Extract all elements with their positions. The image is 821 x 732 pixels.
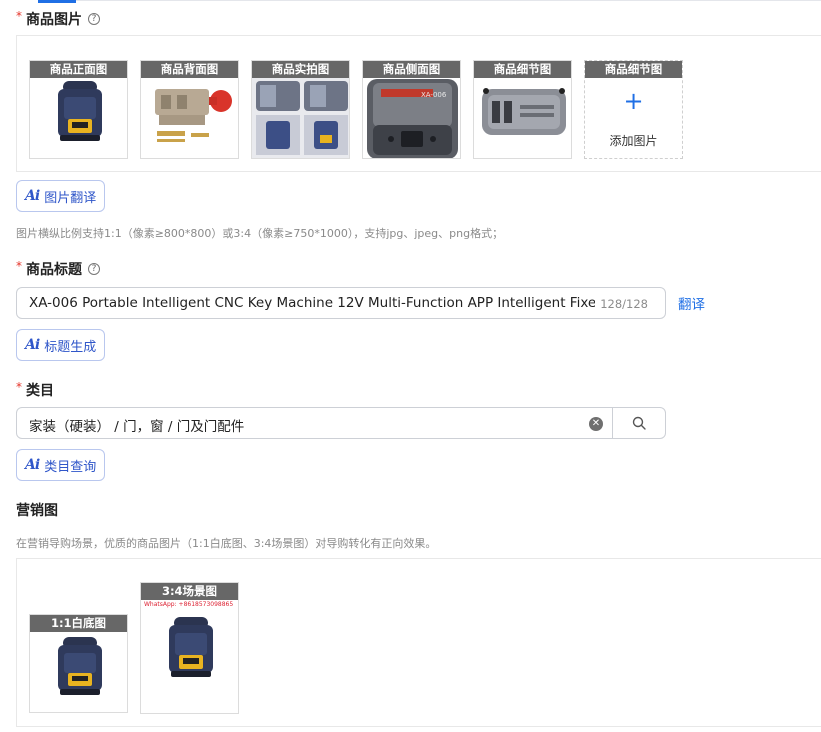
add-image-label: 添加图片 [609, 134, 658, 148]
ai-icon: Ai [25, 188, 40, 204]
add-image-button[interactable]: 商品细节图 + 添加图片 [584, 60, 683, 159]
image-translate-button[interactable]: Ai 图片翻译 [16, 180, 106, 212]
thumb-caption: 3:4场景图 [141, 583, 238, 600]
ai-icon: Ai [25, 337, 40, 353]
question-circle-icon[interactable]: ? [88, 13, 100, 25]
active-tab-indicator [38, 0, 76, 3]
title-char-count: 128/128 [600, 297, 648, 311]
thumb-caption: 商品正面图 [30, 61, 127, 78]
title-label: * 商品标题 ? [16, 259, 100, 279]
translate-link[interactable]: 翻译 [678, 293, 705, 313]
product-image-real[interactable]: 商品实拍图 [251, 60, 350, 159]
marketing-hint: 在营销导购场景，优质的商品图片（1:1白底图、3:4场景图）对导购转化有正向效果… [16, 537, 437, 550]
title-label-text: 商品标题 [26, 262, 82, 278]
category-value: 家装（硬装） / 门，窗 / 门及门配件 [29, 419, 245, 435]
category-query-label: 类目查询 [44, 459, 97, 475]
marketing-label-text: 营销图 [16, 503, 58, 519]
required-mark: * [16, 259, 22, 273]
marketing-images-panel [16, 558, 821, 727]
thumb-caption: 1:1白底图 [30, 615, 127, 632]
thumb-caption: 商品细节图 [585, 61, 682, 78]
ai-icon: Ai [25, 457, 40, 473]
title-generate-label: 标题生成 [44, 339, 97, 355]
watermark-text: WhatsApp: +8618573098865 [144, 601, 234, 608]
category-search-button[interactable] [612, 407, 667, 439]
marketing-label: 营销图 [16, 500, 58, 520]
product-image-side[interactable]: 商品侧面图 XA-006 [362, 60, 461, 159]
category-select[interactable]: 家装（硬装） / 门，窗 / 门及门配件 ✕ [16, 407, 666, 439]
product-image-detail[interactable]: 商品细节图 [473, 60, 572, 159]
image-format-hint: 图片横纵比例支持1:1（像素≥800*800）或3:4（像素≥750*1000）… [16, 227, 504, 240]
category-label-text: 类目 [26, 383, 54, 399]
marketing-image-scene[interactable]: 3:4场景图 WhatsApp: +8618573098865 [140, 582, 239, 714]
clear-icon[interactable]: ✕ [589, 417, 603, 431]
search-icon [632, 416, 646, 430]
product-image-back[interactable]: 商品背面图 [140, 60, 239, 159]
required-mark: * [16, 380, 22, 394]
marketing-image-white[interactable]: 1:1白底图 [29, 614, 128, 713]
thumb-caption: 商品实拍图 [252, 61, 349, 78]
category-query-button[interactable]: Ai 类目查询 [16, 449, 106, 481]
image-translate-label: 图片翻译 [44, 190, 97, 206]
thumb-caption: 商品细节图 [474, 61, 571, 78]
svg-text:XA-006: XA-006 [421, 91, 447, 99]
thumb-caption: 商品背面图 [141, 61, 238, 78]
product-image-front[interactable]: 商品正面图 [29, 60, 128, 159]
thumb-caption: 商品侧面图 [363, 61, 460, 78]
product-images-label: * 商品图片 ? [16, 9, 100, 29]
product-images-label-text: 商品图片 [26, 12, 82, 28]
category-label: * 类目 [16, 380, 54, 400]
plus-icon: + [623, 87, 644, 115]
title-generate-button[interactable]: Ai 标题生成 [16, 329, 106, 361]
title-input[interactable]: XA-006 Portable Intelligent CNC Key Mach… [16, 287, 666, 319]
top-divider [38, 0, 821, 1]
required-mark: * [16, 9, 22, 23]
question-circle-icon[interactable]: ? [88, 263, 100, 275]
title-input-value[interactable]: XA-006 Portable Intelligent CNC Key Mach… [29, 295, 595, 311]
